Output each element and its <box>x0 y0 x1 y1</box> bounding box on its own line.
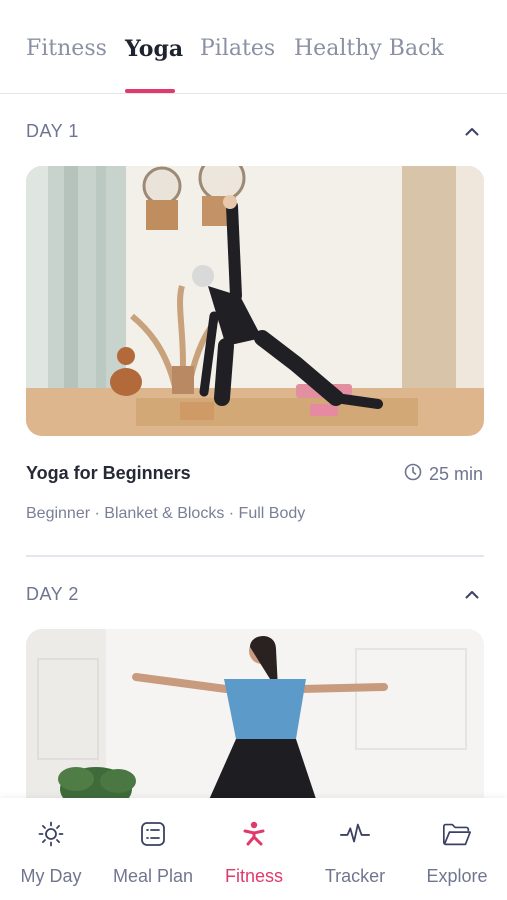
nav-fitness[interactable]: Fitness <box>204 818 304 887</box>
nav-label: My Day <box>20 866 82 886</box>
active-tab-indicator <box>125 89 175 93</box>
clock-icon <box>404 463 422 486</box>
chevron-up-icon[interactable] <box>463 122 481 140</box>
duration-text: 25 min <box>428 464 483 484</box>
day-2-label: DAY 2 <box>26 583 79 604</box>
workout-thumbnail-day-1[interactable] <box>26 166 484 436</box>
tab-pilates[interactable]: Pilates <box>200 36 275 61</box>
chevron-up-icon[interactable] <box>463 585 481 603</box>
day-1-label: DAY 1 <box>26 120 79 141</box>
workout-tags: Beginner · Blanket & Blocks · Full Body <box>26 505 306 522</box>
nav-label: Meal Plan <box>112 866 194 886</box>
bottom-navigation: My Day Meal Plan Fitness Tracker Explore <box>0 798 507 900</box>
folder-icon <box>441 818 473 850</box>
tab-yoga[interactable]: Yoga <box>125 36 183 62</box>
day-1-header[interactable]: DAY 1 <box>26 116 481 146</box>
nav-tracker[interactable]: Tracker <box>305 818 405 887</box>
nav-label: Explore <box>426 866 488 886</box>
day-divider <box>26 555 484 557</box>
day-2-header[interactable]: DAY 2 <box>26 579 481 609</box>
pulse-icon <box>339 818 371 850</box>
sun-icon <box>35 818 67 850</box>
nav-label: Tracker <box>324 866 386 886</box>
nav-label: Fitness <box>224 866 284 886</box>
meal-plan-icon <box>137 818 169 850</box>
nav-my-day[interactable]: My Day <box>1 818 101 887</box>
tab-fitness[interactable]: Fitness <box>26 36 107 61</box>
workout-title[interactable]: Yoga for Beginners <box>26 463 191 484</box>
tab-healthy-back[interactable]: Healthy Back <box>294 36 444 61</box>
category-tabs: Fitness Yoga Pilates Healthy Back <box>0 0 507 94</box>
nav-meal-plan[interactable]: Meal Plan <box>103 818 203 887</box>
nav-explore[interactable]: Explore <box>407 818 507 887</box>
fitness-person-icon <box>238 818 270 850</box>
workout-duration: 25 min <box>404 463 483 486</box>
